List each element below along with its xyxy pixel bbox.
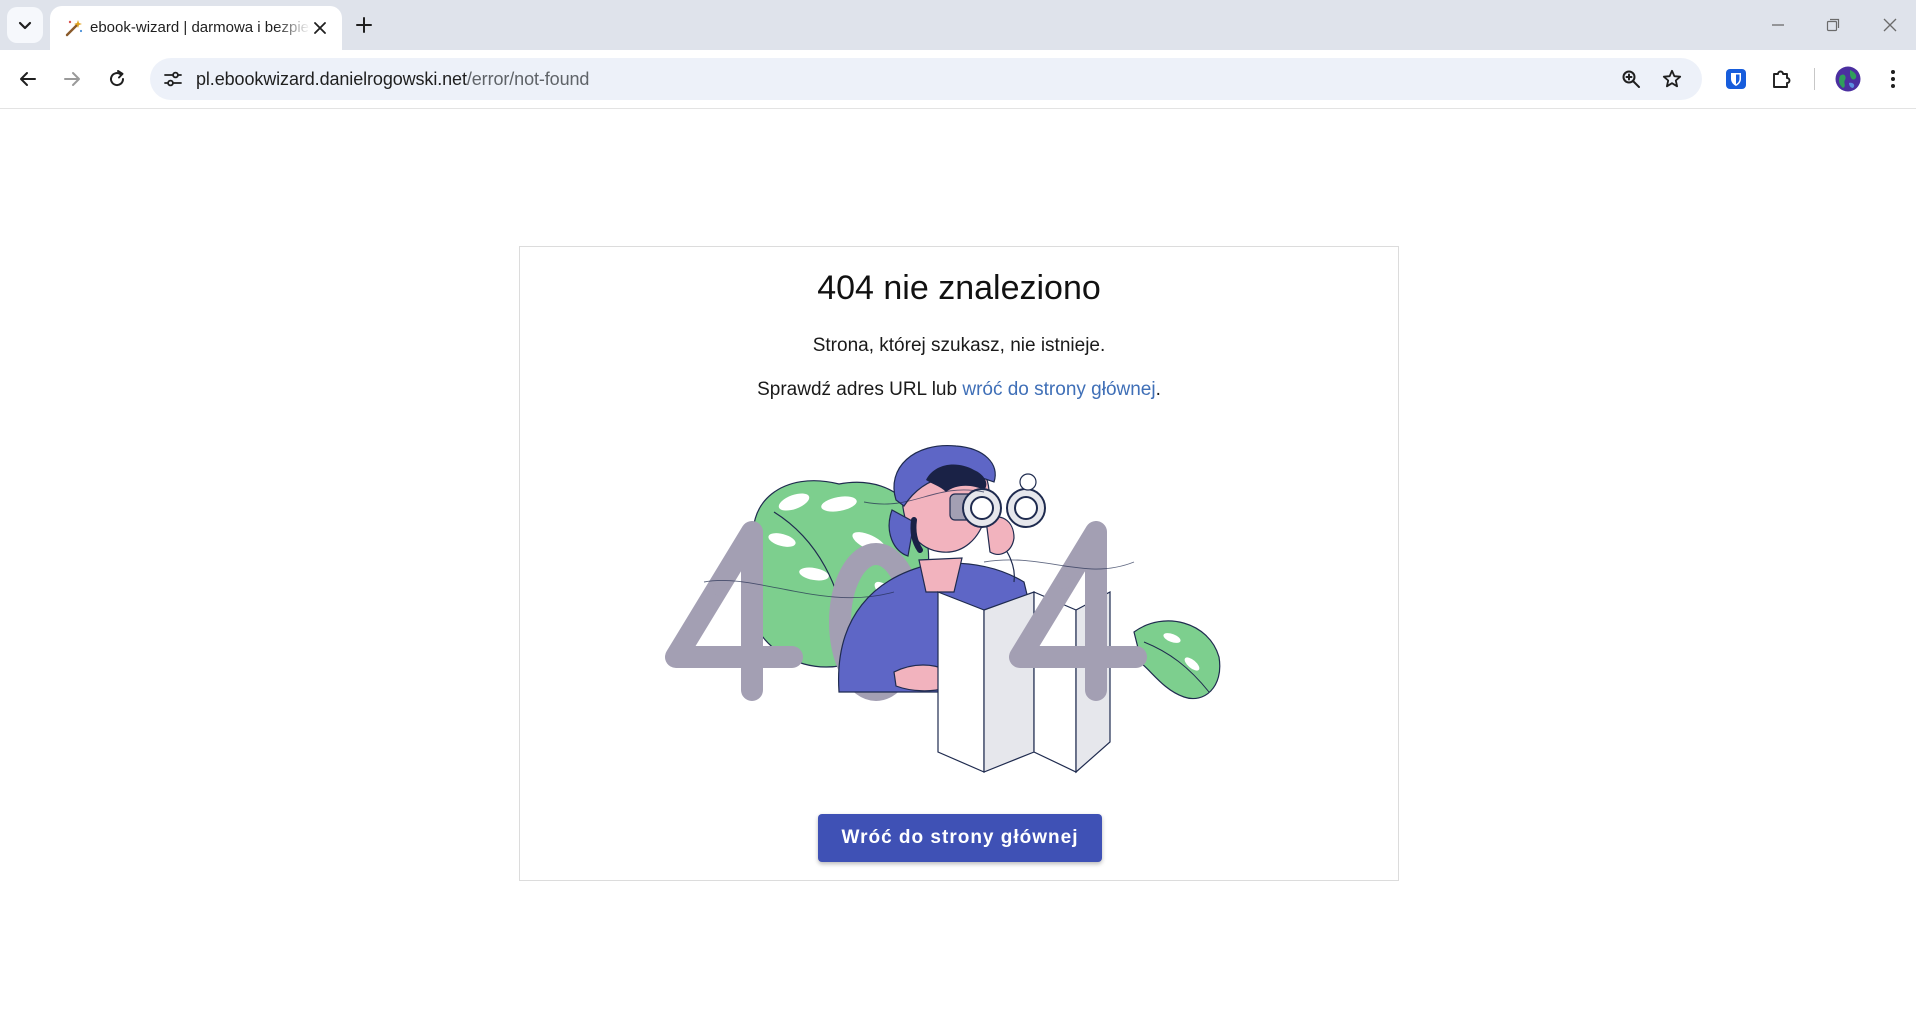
tab-strip: ebook-wizard | darmowa i bezpieczna konw… — [0, 0, 1916, 50]
url-hint-suffix: . — [1155, 379, 1161, 400]
kebab-menu-icon — [1891, 70, 1895, 88]
back-icon — [20, 72, 36, 86]
not-found-card: 404 nie znaleziono Strona, której szukas… — [519, 246, 1399, 881]
browser-toolbar: pl.ebookwizard.danielrogowski.net/error/… — [0, 50, 1916, 109]
url-hint-prefix: Sprawdź adres URL lub — [757, 379, 963, 400]
site-info-button[interactable] — [162, 68, 184, 90]
browser-menu-button[interactable] — [1878, 64, 1908, 94]
not-found-message: Strona, której szukasz, nie istnieje. — [812, 335, 1106, 356]
window-close-button[interactable] — [1872, 10, 1908, 40]
decorative-dot — [1057, 575, 1071, 589]
restore-button[interactable] — [1815, 10, 1851, 40]
restore-icon — [1826, 18, 1840, 32]
profile-avatar-icon — [1835, 66, 1861, 92]
url-path: /error/not-found — [466, 69, 590, 89]
profile-button[interactable] — [1833, 64, 1863, 94]
bitwarden-icon — [1726, 69, 1746, 89]
zoom-icon — [1622, 70, 1640, 88]
bitwarden-extension[interactable] — [1721, 64, 1751, 94]
minimize-button[interactable] — [1760, 10, 1796, 40]
right-leaf — [1133, 620, 1221, 700]
address-bar[interactable]: pl.ebookwizard.danielrogowski.net/error/… — [150, 58, 1702, 100]
url-text: pl.ebookwizard.danielrogowski.net/error/… — [196, 69, 589, 90]
forward-icon — [64, 72, 80, 86]
tab-search-button[interactable] — [7, 7, 43, 43]
site-info-icon — [164, 71, 182, 87]
plus-icon — [356, 17, 372, 33]
tab-title: ebook-wizard | darmowa i bezpieczna konw… — [90, 19, 310, 36]
active-tab[interactable]: ebook-wizard | darmowa i bezpieczna konw… — [50, 6, 342, 50]
bookmark-star-icon — [1662, 69, 1682, 88]
close-icon — [314, 22, 326, 34]
page-title: 404 nie znaleziono — [817, 269, 1101, 307]
window-close-icon — [1883, 18, 1897, 32]
minimize-icon — [1772, 24, 1784, 26]
forward-button[interactable] — [55, 62, 89, 96]
back-to-home-button[interactable]: Wróć do strony głównej — [818, 814, 1102, 862]
home-link[interactable]: wróć do strony głównej — [962, 379, 1155, 400]
tab-close-button[interactable] — [309, 17, 331, 39]
back-button[interactable] — [11, 62, 45, 96]
extensions-button[interactable] — [1766, 64, 1796, 94]
reload-icon — [110, 70, 125, 87]
404-binoculars-illustration — [665, 445, 1221, 774]
new-tab-button[interactable] — [350, 11, 378, 39]
reload-button[interactable] — [100, 62, 134, 96]
tab-search-icon — [18, 21, 32, 30]
extensions-icon — [1773, 70, 1791, 88]
folded-map — [937, 591, 1111, 774]
zoom-button[interactable] — [1619, 67, 1643, 91]
decorative-dot — [713, 582, 727, 596]
wand-favicon — [65, 20, 83, 37]
url-hint: Sprawdź adres URL lub wróć do strony głó… — [520, 379, 1398, 401]
toolbar-separator — [1814, 68, 1815, 90]
url-host: pl.ebookwizard.danielrogowski.net — [196, 69, 467, 89]
bookmark-button[interactable] — [1660, 67, 1684, 91]
